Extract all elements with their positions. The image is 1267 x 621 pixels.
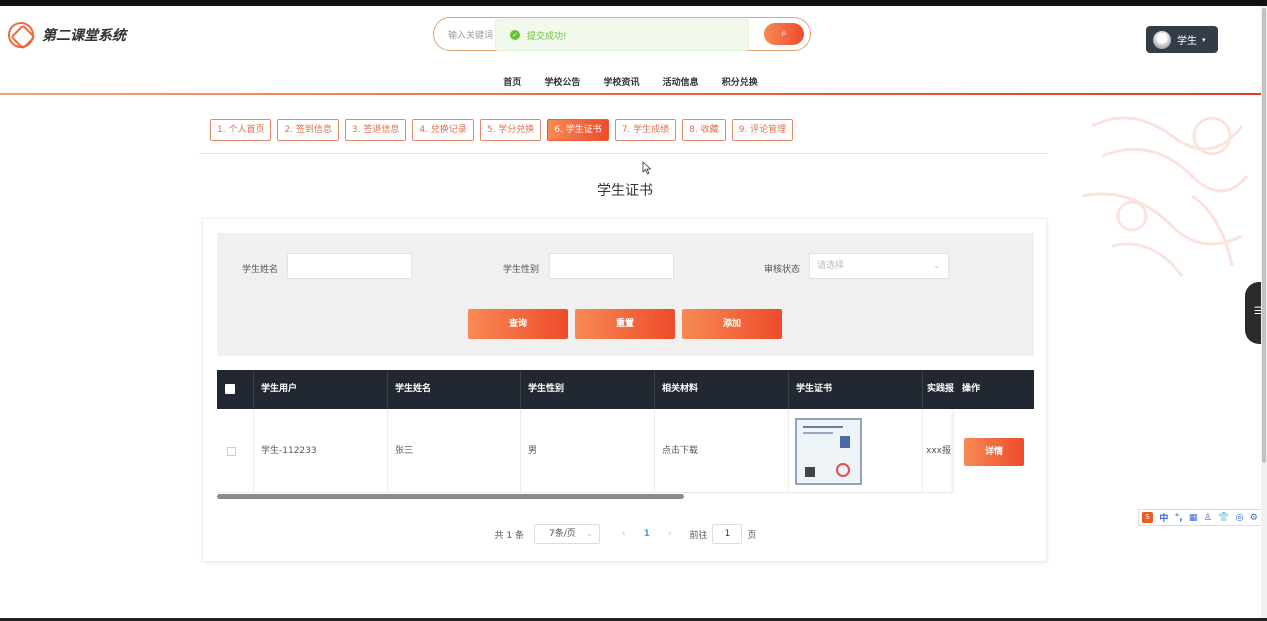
page-vertical-scrollbar[interactable] [1261, 6, 1267, 618]
query-button[interactable]: 查询 [468, 309, 568, 339]
tab-sign-out[interactable]: 3. 签退信息 [344, 119, 407, 141]
student-name-input[interactable] [287, 253, 412, 279]
chevron-down-icon: ⌄ [586, 529, 593, 538]
tab-exchange-records[interactable]: 4. 兑换记录 [412, 119, 474, 141]
logo[interactable]: 第二课堂系统 [8, 22, 126, 48]
detail-button[interactable]: 详情 [964, 438, 1024, 466]
page-number-current[interactable]: 1 [644, 529, 650, 539]
header-certificate: 学生证书 [789, 370, 923, 409]
sogou-ime-icon[interactable]: S [1142, 512, 1154, 523]
actions-cell: 详情 [954, 409, 1034, 493]
tab-comment-management[interactable]: 9. 评论管理 [731, 119, 794, 141]
download-material-link[interactable]: 点击下载 [655, 409, 789, 493]
row-checkbox[interactable] [227, 447, 236, 456]
page-size-value: 7条/页 [548, 529, 576, 539]
nav-item-points-exchange[interactable]: 积分兑换 [722, 75, 758, 88]
tab-sign-in[interactable]: 2. 签到信息 [277, 119, 339, 141]
goto-suffix: 页 [747, 530, 757, 541]
search-icon: ⌕ [781, 28, 787, 39]
avatar [1153, 30, 1171, 49]
nav-item-announcements[interactable]: 学校公告 [544, 75, 580, 88]
content-card: 学生姓名 学生性别 审核状态 请选择 ⌄ 查询 重置 添加 学生用户 学生姓名 … [202, 218, 1047, 562]
nav-item-home[interactable]: 首页 [503, 75, 521, 88]
table-row: 学生-112233 张三 男 点击下载 xxx报 [217, 409, 1034, 493]
pagination: 共 1 条 7条/页 ⌄ ‹ 1 › 前往 1 页 [203, 524, 1048, 544]
cell-student-user: 学生-112233 [254, 409, 388, 493]
check-circle-icon: ✓ [510, 30, 520, 40]
review-status-label: 审核状态 [764, 265, 801, 275]
reset-button[interactable]: 重置 [575, 309, 675, 339]
ime-toolbox-icon[interactable]: ◎ [1236, 513, 1244, 523]
student-name-label: 学生姓名 [242, 265, 279, 275]
logo-icon [8, 22, 34, 48]
header-actions: 操作 [962, 384, 981, 394]
app-title: 第二课堂系统 [42, 28, 126, 44]
certificate-thumbnail[interactable] [795, 418, 862, 485]
student-gender-label: 学生性别 [503, 265, 540, 275]
header-materials: 相关材料 [655, 370, 789, 409]
main-nav: 首页 学校公告 学校资讯 活动信息 积分兑换 [0, 70, 1261, 89]
cell-practice-report: xxx报 [923, 409, 954, 493]
toast-message: 提交成功! [527, 31, 567, 42]
success-toast: ✓ 提交成功! [495, 19, 749, 51]
review-status-select[interactable]: 请选择 ⌄ [809, 253, 949, 279]
nav-item-news[interactable]: 学校资讯 [603, 75, 639, 88]
chevron-down-icon: ⌄ [933, 261, 940, 270]
user-center-tabs: 1. 个人首页 2. 签到信息 3. 签退信息 4. 兑换记录 5. 学分兑换 … [210, 119, 799, 141]
tab-student-certificate[interactable]: 6. 学生证书 [547, 119, 609, 141]
header-practice-report: 实践报 [927, 384, 954, 394]
prev-page-button[interactable]: ‹ [622, 529, 626, 539]
ime-toolbar: S 中 °, ▦ ♙ 👕 ◎ ⚙ [1138, 509, 1262, 526]
header-student-gender: 学生性别 [521, 370, 655, 409]
tabs-divider [199, 153, 1047, 154]
select-all-cell [217, 370, 254, 409]
ime-settings-icon[interactable]: ⚙ [1250, 513, 1258, 523]
mouse-cursor-icon [642, 161, 652, 175]
ime-user-icon[interactable]: ♙ [1204, 513, 1212, 523]
goto-label: 前往 [689, 530, 708, 541]
cell-student-gender: 男 [521, 409, 655, 493]
search-input[interactable]: 输入关键词 [448, 28, 493, 41]
add-button[interactable]: 添加 [682, 309, 782, 339]
header-divider [0, 93, 1261, 95]
user-name: 学生 [1177, 36, 1197, 47]
table-horizontal-scrollbar[interactable] [217, 494, 684, 499]
review-status-placeholder: 请选择 [817, 261, 845, 271]
header-student-user: 学生用户 [254, 370, 388, 409]
cell-certificate [789, 409, 923, 493]
page-size-select[interactable]: 7条/页 ⌄ [533, 524, 600, 544]
next-page-button[interactable]: › [668, 529, 672, 539]
goto-page-input[interactable]: 1 [712, 524, 743, 544]
row-select-cell [217, 409, 254, 493]
chevron-down-icon: ▾ [1202, 35, 1206, 44]
ime-keyboard-icon[interactable]: ▦ [1189, 513, 1198, 523]
filter-panel: 学生姓名 学生性别 审核状态 请选择 ⌄ 查询 重置 添加 [217, 233, 1034, 356]
tab-credit-exchange[interactable]: 5. 学分兑换 [479, 119, 542, 141]
nav-item-activities[interactable]: 活动信息 [663, 75, 699, 88]
student-gender-input[interactable] [549, 253, 674, 279]
search-button[interactable]: ⌕ [764, 23, 804, 45]
scrollbar-thumb[interactable] [1262, 8, 1266, 463]
header-student-name: 学生姓名 [388, 370, 521, 409]
ime-punctuation-icon[interactable]: °, [1175, 513, 1183, 523]
tab-student-grades[interactable]: 7. 学生成绩 [614, 119, 677, 141]
page-title: 学生证书 [597, 183, 653, 199]
ime-chinese-mode[interactable]: 中 [1159, 511, 1168, 524]
header: 第二课堂系统 输入关键词 ⌕ ✓ 提交成功! 首页 学校公告 学校资讯 活动信息… [0, 6, 1261, 94]
table-header: 学生用户 学生姓名 学生性别 相关材料 学生证书 实践报 操作 [217, 370, 1034, 409]
ime-skin-icon[interactable]: 👕 [1218, 513, 1229, 523]
select-all-checkbox[interactable] [225, 384, 235, 394]
cell-student-name: 张三 [388, 409, 521, 493]
tab-personal-home[interactable]: 1. 个人首页 [210, 119, 272, 141]
total-count: 共 1 条 [494, 530, 524, 541]
user-menu-button[interactable]: 学生 ▾ [1146, 26, 1218, 53]
tab-favorites[interactable]: 8. 收藏 [682, 119, 726, 141]
certificate-table: 学生用户 学生姓名 学生性别 相关材料 学生证书 实践报 操作 学生-11223… [217, 370, 1034, 493]
